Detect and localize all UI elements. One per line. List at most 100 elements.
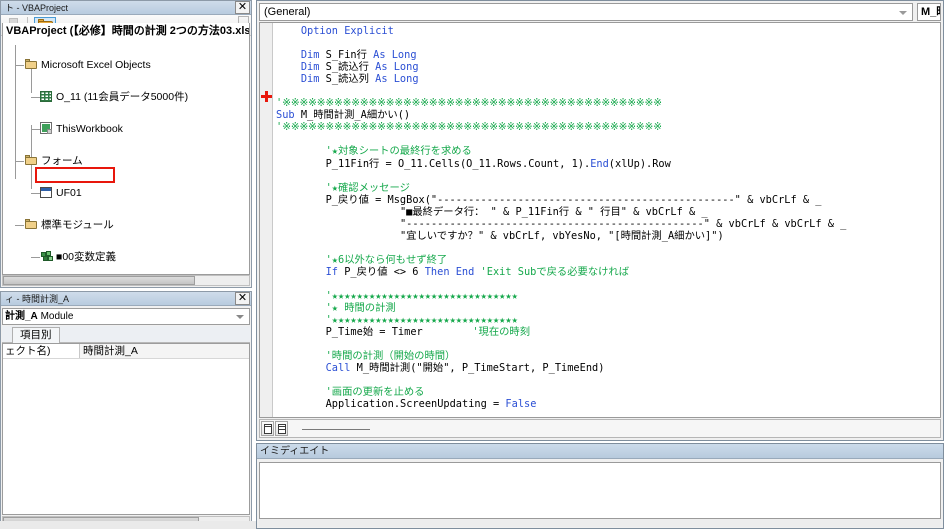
code-line: P_戻り値 = MsgBox("------------------------…: [325, 193, 822, 206]
immediate-window: イミディエイト: [256, 443, 944, 529]
folder-icon: [24, 218, 38, 231]
code-line: Dim S_読込列 As Long: [300, 73, 419, 86]
tree-node-label: Microsoft Excel Objects: [41, 59, 151, 71]
userform-icon: [40, 187, 52, 198]
code-line: Application.ScreenUpdating = False: [325, 398, 537, 411]
properties-window: ィ - 時間計測_A ✕ 計測_A Module 項目別 ェクト名) 時間計測_…: [0, 291, 252, 529]
code-line: Call M_時間計測("開始", P_TimeStart, P_TimeEnd…: [325, 362, 605, 375]
tree-node-excel-objects[interactable]: Microsoft Excel Objects: [3, 57, 249, 73]
code-line: '★★★★★★★★★★★★★★★★★★★★★★★★★★★★★★: [276, 314, 518, 327]
folder-icon: [24, 154, 38, 167]
horizontal-split-handle[interactable]: [302, 429, 370, 431]
tree-line: [31, 257, 40, 258]
project-tree-horizontal-scrollbar[interactable]: [2, 275, 250, 286]
workbook-icon: [40, 122, 52, 134]
code-object-combo-value: (General): [264, 6, 311, 18]
tab-categorized[interactable]: 項目別: [12, 327, 60, 343]
tree-line: [31, 97, 40, 98]
property-value[interactable]: 時間計測_A: [79, 344, 249, 358]
tree-line: [15, 161, 24, 162]
code-line: "宜しいですか？" & vbCrLf, vbYesNo, "[時間計測_A細かい…: [276, 229, 724, 242]
tree-node-standard-modules-folder[interactable]: 標準モジュール: [3, 217, 249, 233]
code-line: '★確認メッセージ: [276, 181, 410, 194]
code-line: '★ 時間の計測: [276, 302, 396, 315]
code-editor[interactable]: Option Explicit Dim S_Fin行 As Long Dim S…: [259, 22, 941, 418]
folder-icon: [24, 58, 38, 71]
code-line: '画面の更新を止める: [276, 386, 425, 399]
immediate-window-horizontal-scrollbar[interactable]: [259, 519, 941, 527]
vbe-window: ト - VBAProject ✕ VBAProject (【必修】時間の計測 2…: [0, 0, 944, 529]
properties-close-button[interactable]: ✕: [235, 292, 250, 305]
code-line: '※※※※※※※※※※※※※※※※※※※※※※※※※※※※※※※※※※※※※※※…: [276, 121, 662, 134]
code-procedure-combo[interactable]: M_時間計測_A細かい: [917, 3, 941, 21]
immediate-window-input[interactable]: [259, 462, 941, 519]
tree-node-label: VBAProject (【必修】時間の計測 2つの方法03.xlsm: [6, 25, 250, 37]
property-key: ェクト名): [5, 345, 51, 357]
code-line: '★対象シートの最終行を求める: [276, 145, 472, 158]
selection-highlight-box: [35, 167, 115, 183]
properties-object-name: 計測_A: [5, 311, 38, 322]
code-line: P_11Fin行 = O_11.Cells(O_11.Rows.Count, 1…: [325, 157, 671, 170]
code-line: '※※※※※※※※※※※※※※※※※※※※※※※※※※※※※※※※※※※※※※※…: [276, 97, 662, 110]
tree-node-label: UF01: [56, 187, 82, 199]
properties-titlebar: ィ - 時間計測_A ✕: [1, 292, 251, 306]
scrollbar-thumb[interactable]: [3, 276, 195, 285]
procedure-view-button[interactable]: [261, 421, 274, 436]
chevron-down-icon[interactable]: [233, 309, 248, 324]
tree-node-thisworkbook[interactable]: ThisWorkbook: [3, 121, 249, 137]
worksheet-icon: [40, 91, 52, 102]
tree-node-label: O_11 (11会員データ5000件): [56, 91, 189, 103]
code-line: '時間の計測（開始の時間）: [276, 350, 456, 363]
code-line: Option Explicit: [300, 25, 394, 37]
code-line: P_Time始 = Timer '現在の時刻: [325, 326, 531, 339]
tree-node-userform-uf01[interactable]: UF01: [3, 185, 249, 201]
tree-line: [15, 65, 24, 66]
code-line: '★★★★★★★★★★★★★★★★★★★★★★★★★★★★★★: [276, 290, 518, 303]
code-object-combo[interactable]: (General): [259, 3, 913, 21]
code-window: (General) M_時間計測_A細かい Option Explicit Di…: [256, 0, 944, 441]
project-explorer-title: ト - VBAProject: [5, 3, 69, 13]
tree-node-label: ThisWorkbook: [56, 123, 123, 135]
tree-node-sheet-o11[interactable]: O_11 (11会員データ5000件): [3, 89, 249, 105]
code-line: '★6以外なら何もせず終了: [276, 253, 448, 266]
code-line: Dim S_読込行 As Long: [300, 61, 419, 74]
code-window-combos: (General) M_時間計測_A細かい: [259, 3, 941, 21]
properties-object-type: Module: [40, 311, 74, 322]
tree-node-label: ■00変数定義: [56, 251, 117, 263]
tree-node-project-1[interactable]: VBAProject (【必修】時間の計測 2つの方法03.xlsm: [3, 23, 249, 40]
code-line: Dim S_Fin行 As Long: [300, 49, 417, 62]
code-line: "---------------------------------------…: [276, 217, 847, 230]
code-line: "■最終データ行： " & P_11Fin行 & " 行目" & vbCrLf …: [276, 205, 708, 218]
code-text[interactable]: Option Explicit Dim S_Fin行 As Long Dim S…: [276, 25, 940, 417]
project-explorer-close-button[interactable]: ✕: [235, 1, 250, 14]
properties-grid[interactable]: ェクト名) 時間計測_A: [2, 343, 250, 515]
tree-line: [31, 129, 40, 130]
properties-row[interactable]: ェクト名) 時間計測_A: [3, 344, 249, 359]
full-module-view-button[interactable]: [275, 421, 288, 436]
tree-line: [15, 225, 24, 226]
tree-line: [31, 193, 40, 194]
tree-node-module-00[interactable]: ■00変数定義: [3, 249, 249, 265]
project-explorer-window: ト - VBAProject ✕ VBAProject (【必修】時間の計測 2…: [0, 0, 252, 288]
properties-tabstrip: 項目別: [2, 326, 250, 343]
module-icon: [40, 250, 54, 263]
code-window-view-bar: [259, 419, 941, 438]
code-procedure-combo-value: M_時間計測_A細かい: [921, 6, 940, 18]
project-tree[interactable]: VBAProject (【必修】時間の計測 2つの方法03.xlsm Micro…: [2, 23, 250, 275]
left-pane-filler: [0, 521, 256, 529]
properties-object-combo[interactable]: 計測_A Module: [2, 308, 250, 325]
properties-title: ィ - 時間計測_A: [5, 294, 70, 304]
chevron-down-icon[interactable]: [898, 6, 910, 18]
immediate-window-title: イミディエイト: [257, 444, 943, 459]
project-explorer-titlebar: ト - VBAProject ✕: [1, 1, 251, 15]
bookmark-marker-icon: [261, 91, 272, 102]
code-margin-indicator-bar[interactable]: [260, 23, 273, 417]
